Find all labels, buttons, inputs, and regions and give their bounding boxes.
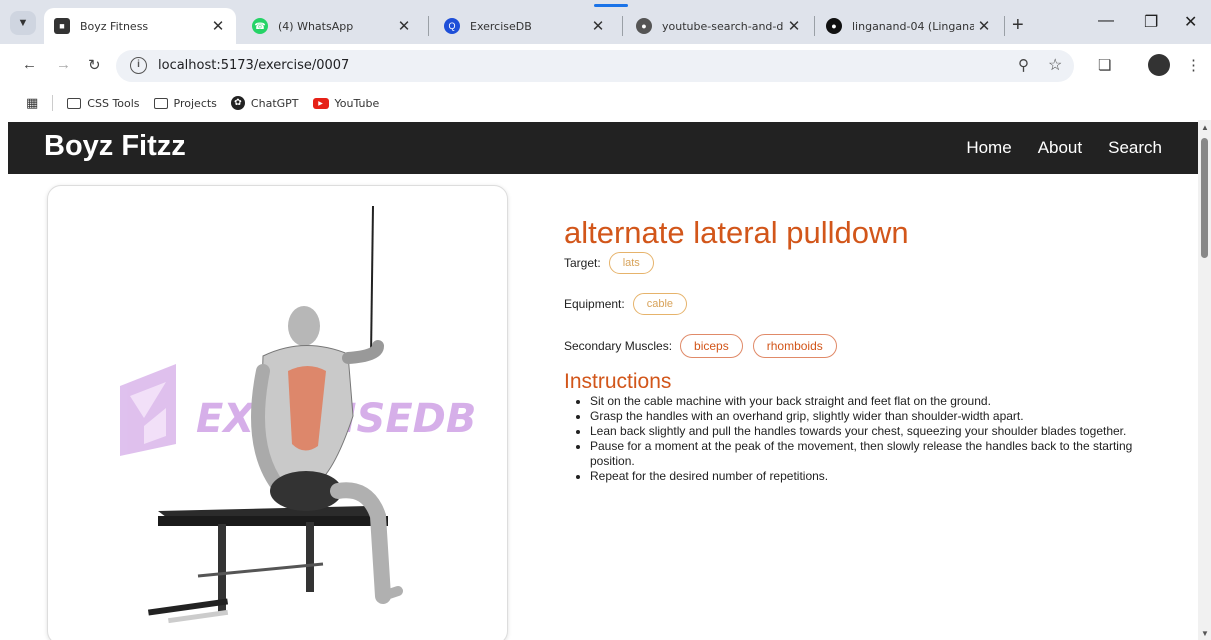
page-viewport: Boyz Fitzz Home About Search EXERCISEDB (0, 120, 1198, 640)
minimize-icon[interactable]: — (1098, 12, 1114, 30)
exercisedb-logo-icon (120, 364, 176, 456)
globe-icon: ● (636, 18, 652, 34)
chatgpt-icon: ✿ (230, 96, 245, 110)
exercise-image-card: EXERCISEDB (47, 185, 508, 640)
close-tab-icon[interactable]: ✕ (784, 17, 804, 35)
bookmark-label: ChatGPT (250, 96, 299, 110)
tab-separator (1004, 16, 1005, 36)
site-info-icon[interactable]: i (130, 57, 147, 74)
nav-home-link[interactable]: Home (966, 138, 1011, 158)
reload-icon[interactable]: ↻ (88, 56, 101, 74)
folder-icon (67, 97, 82, 109)
close-tab-icon[interactable]: ✕ (974, 17, 994, 35)
instruction-item: Pause for a moment at the peak of the mo… (590, 439, 1164, 469)
instructions-heading: Instructions (564, 370, 672, 393)
close-tab-icon[interactable]: ✕ (394, 17, 414, 35)
menu-kebab-icon[interactable]: ⋮ (1186, 56, 1201, 74)
site-nav-links: Home About Search (966, 138, 1162, 158)
tab-whatsapp[interactable]: ☎ (4) WhatsApp ✕ (244, 8, 422, 44)
exercisedb-icon: Q (444, 18, 460, 34)
loading-indicator (594, 4, 628, 7)
secondary-pill-rhomboids: rhomboids (752, 334, 837, 358)
tab-title: youtube-search-and-dov (662, 19, 784, 33)
profile-avatar[interactable] (1148, 54, 1170, 76)
nav-search-link[interactable]: Search (1108, 138, 1162, 158)
tab-exercisedb[interactable]: Q ExerciseDB ✕ (436, 8, 616, 44)
new-tab-icon[interactable]: + (1012, 14, 1024, 37)
tab-boyz-fitness[interactable]: ■ Boyz Fitness ✕ (44, 8, 236, 44)
close-tab-icon[interactable]: ✕ (208, 17, 228, 35)
exercise-title: alternate lateral pulldown (564, 215, 909, 250)
tab-search-button[interactable]: ▼ (10, 11, 36, 35)
target-row: Target: lats (564, 252, 1164, 274)
bookmark-label: Projects (173, 96, 217, 110)
bookmark-chatgpt[interactable]: ✿ ChatGPT (230, 96, 299, 110)
zoom-icon[interactable]: ⚲ (1018, 56, 1029, 74)
tab-separator (622, 16, 623, 36)
tab-title: linganand-04 (Linganand (852, 19, 974, 33)
bookmarks-bar: ▦ CSS Tools Projects ✿ ChatGPT ▶ YouTube (0, 88, 1211, 118)
tab-separator (428, 16, 429, 36)
address-bar[interactable]: i localhost:5173/exercise/0007 ⚲ ☆ (116, 50, 1074, 82)
apps-grid-icon[interactable]: ▦ (26, 96, 38, 111)
equipment-pill: cable (632, 293, 687, 315)
github-icon: ● (826, 18, 842, 34)
instruction-item: Sit on the cable machine with your back … (590, 394, 1164, 409)
scroll-up-icon[interactable]: ▲ (1201, 123, 1209, 132)
bookmark-label: CSS Tools (87, 96, 140, 110)
whatsapp-icon: ☎ (252, 18, 268, 34)
exercise-details: alternate lateral pulldown Target: lats … (564, 216, 1164, 484)
folder-icon (153, 97, 168, 109)
chevron-down-icon: ▼ (17, 17, 29, 29)
back-icon[interactable]: ← (22, 56, 37, 73)
secondary-pill-biceps: biceps (680, 334, 743, 358)
bookmark-separator (52, 95, 54, 111)
bookmark-youtube[interactable]: ▶ YouTube (312, 96, 380, 110)
instruction-item: Lean back slightly and pull the handles … (590, 424, 1164, 439)
forward-icon[interactable]: → (56, 56, 71, 73)
exercise-illustration: EXERCISEDB (120, 205, 476, 624)
tab-separator (814, 16, 815, 36)
target-pill: lats (608, 252, 654, 274)
secondary-muscles-label: Secondary Muscles: (564, 339, 673, 353)
cable-rod (370, 205, 374, 357)
site-navbar: Boyz Fitzz Home About Search (8, 122, 1198, 174)
tab-title: Boyz Fitness (80, 19, 149, 33)
athlete-head (288, 306, 320, 346)
equipment-label: Equipment: (564, 297, 625, 311)
youtube-icon: ▶ (312, 97, 329, 109)
target-label: Target: (564, 256, 601, 270)
boyz-fitness-favicon-icon: ■ (54, 18, 70, 34)
extensions-icon[interactable]: ❏ (1098, 56, 1111, 74)
bookmark-css-tools[interactable]: CSS Tools (67, 96, 140, 110)
browser-tab-strip: ▼ ■ Boyz Fitness ✕ ☎ (4) WhatsApp ✕ Q Ex… (0, 0, 1211, 44)
instruction-item: Repeat for the desired number of repetit… (590, 469, 1164, 484)
equipment-row: Equipment: cable (564, 293, 1164, 315)
scroll-down-icon[interactable]: ▼ (1201, 629, 1209, 638)
tab-title: (4) WhatsApp (278, 19, 354, 33)
tab-github[interactable]: ● linganand-04 (Linganand ✕ (818, 8, 1002, 44)
tab-youtube-search[interactable]: ● youtube-search-and-dov ✕ (628, 8, 812, 44)
instruction-item: Grasp the handles with an overhand grip,… (590, 409, 1164, 424)
nav-about-link[interactable]: About (1038, 138, 1082, 158)
page-scrollbar[interactable]: ▲ ▼ (1198, 120, 1211, 640)
restore-icon[interactable]: ❐ (1144, 12, 1158, 32)
url-text[interactable]: localhost:5173/exercise/0007 (158, 58, 349, 73)
scrollbar-thumb[interactable] (1201, 138, 1208, 258)
instructions-list: Sit on the cable machine with your back … (590, 394, 1164, 484)
bookmark-projects[interactable]: Projects (153, 96, 217, 110)
bookmark-label: YouTube (334, 96, 380, 110)
bookmark-star-icon[interactable]: ☆ (1048, 55, 1062, 75)
close-tab-icon[interactable]: ✕ (588, 17, 608, 35)
browser-toolbar: ← → ↻ i localhost:5173/exercise/0007 ⚲ ☆… (0, 44, 1211, 88)
secondary-muscles-row: Secondary Muscles: biceps rhomboids (564, 334, 1164, 358)
site-brand[interactable]: Boyz Fitzz (44, 130, 186, 163)
close-window-icon[interactable]: ✕ (1184, 12, 1197, 32)
tab-title: ExerciseDB (470, 19, 532, 33)
